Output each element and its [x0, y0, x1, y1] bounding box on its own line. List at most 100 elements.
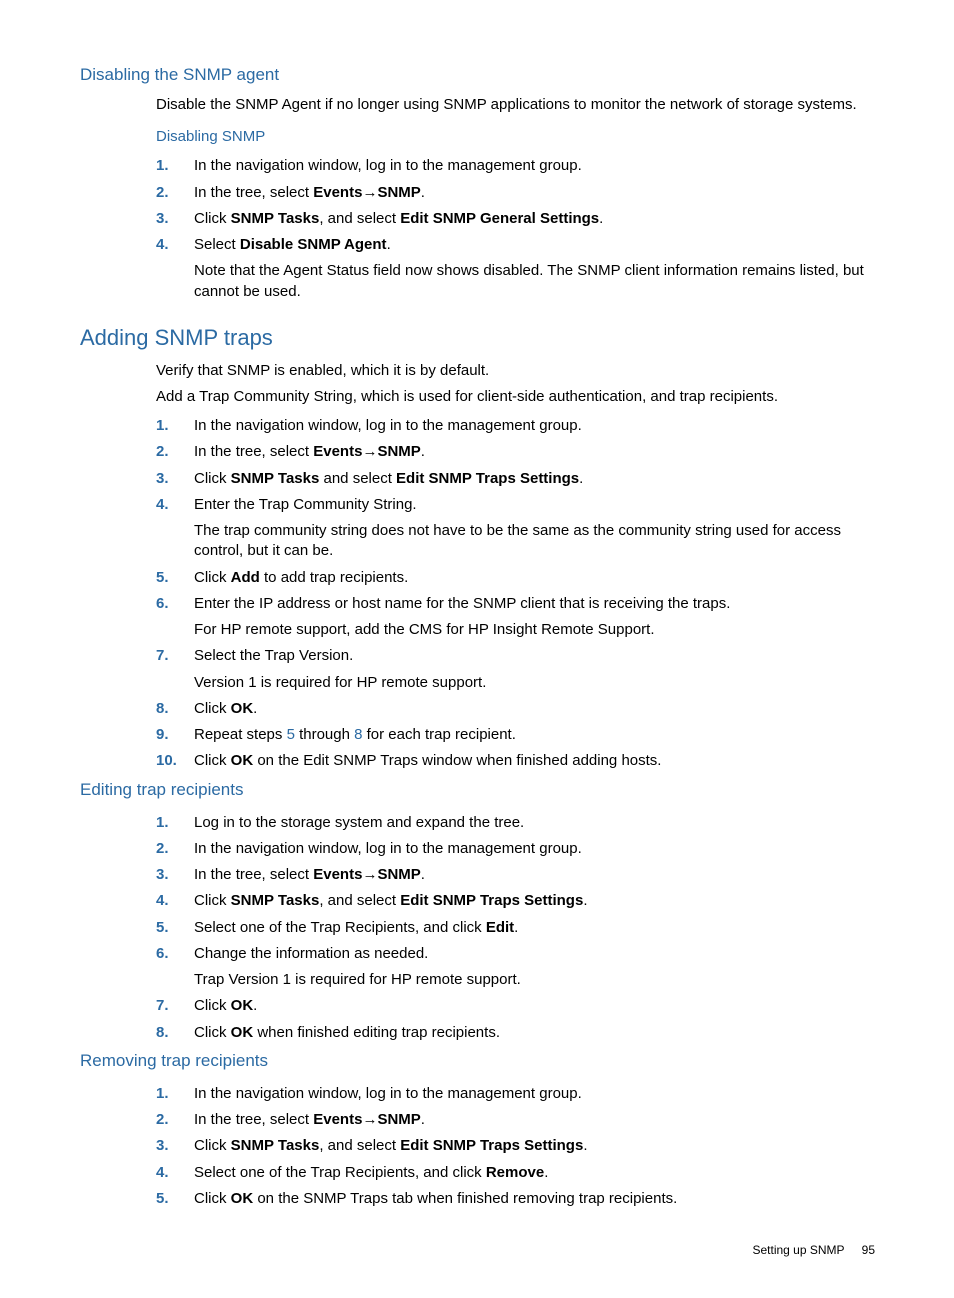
step-number: 5.: [156, 1189, 186, 1209]
step-item: 8. Click OK when finished editing trap re…: [156, 1020, 879, 1046]
page-footer: Setting up SNMP 95: [80, 1242, 879, 1258]
step-number: 1.: [156, 156, 186, 176]
step-item: 1. In the navigation window, log in to th…: [156, 153, 879, 179]
paragraph: Verify that SNMP is enabled, which it is…: [156, 361, 879, 381]
step-text: In the navigation window, log in to the …: [194, 157, 582, 174]
step-number: 4.: [156, 1163, 186, 1183]
footer-section: Setting up SNMP: [752, 1243, 844, 1257]
step-number: 1.: [156, 416, 186, 436]
step-number: 4.: [156, 235, 186, 255]
step-item: 1. In the navigation window, log in to th…: [156, 1081, 879, 1107]
step-text: Select one of the Trap Recipients, and c…: [194, 1164, 548, 1181]
step-item: 2. In the tree, select Events→SNMP.: [156, 439, 879, 465]
step-text: In the navigation window, log in to the …: [194, 417, 582, 434]
step-item: 2. In the navigation window, log in to th…: [156, 836, 879, 862]
heading-editing-trap-recipients: Editing trap recipients: [80, 779, 879, 802]
step-item: 3. Click SNMP Tasks, and select Edit SNMP…: [156, 1133, 879, 1159]
step-text: Change the information as needed.: [194, 945, 428, 962]
step-number: 1.: [156, 1084, 186, 1104]
step-text: Select the Trap Version.: [194, 647, 353, 664]
step-text: In the navigation window, log in to the …: [194, 840, 582, 857]
step-item: 2. In the tree, select Events→SNMP.: [156, 180, 879, 206]
step-number: 6.: [156, 594, 186, 614]
step-item: 2. In the tree, select Events→SNMP.: [156, 1107, 879, 1133]
step-note: Trap Version 1 is required for HP remote…: [194, 970, 879, 990]
step-note: For HP remote support, add the CMS for H…: [194, 620, 879, 640]
step-item: 3. Click SNMP Tasks and select Edit SNMP …: [156, 466, 879, 492]
step-list: 1. In the navigation window, log in to th…: [156, 1081, 879, 1212]
step-text: Click OK.: [194, 700, 257, 717]
heading-adding-snmp-traps: Adding SNMP traps: [80, 323, 879, 353]
step-item: 4. Enter the Trap Community String. The tr…: [156, 492, 879, 565]
step-list: 1. In the navigation window, log in to th…: [156, 153, 879, 305]
step-list: 1.Log in to the storage system and expan…: [156, 810, 879, 1046]
heading-disabling-snmp-agent: Disabling the SNMP agent: [80, 64, 879, 87]
step-text: Click SNMP Tasks, and select Edit SNMP T…: [194, 1137, 587, 1154]
step-number: 7.: [156, 646, 186, 666]
step-item: 6. Change the information as needed. Trap …: [156, 941, 879, 994]
step-text: Enter the IP address or host name for th…: [194, 595, 730, 612]
step-item: 5. Select one of the Trap Recipients, and…: [156, 915, 879, 941]
step-number: 10.: [156, 751, 186, 771]
step-number: 3.: [156, 865, 186, 885]
step-text: Select one of the Trap Recipients, and c…: [194, 919, 518, 936]
step-item: 3. In the tree, select Events→SNMP.: [156, 862, 879, 888]
step-item: 1. In the navigation window, log in to th…: [156, 413, 879, 439]
step-number: 7.: [156, 996, 186, 1016]
step-item: 8. Click OK.: [156, 696, 879, 722]
step-item: 6. Enter the IP address or host name for …: [156, 591, 879, 644]
step-number: 5.: [156, 568, 186, 588]
step-text: In the tree, select Events→SNMP.: [194, 866, 425, 883]
step-item: 7. Click OK.: [156, 993, 879, 1019]
step-number: 2.: [156, 1110, 186, 1130]
step-text: Click Add to add trap recipients.: [194, 569, 408, 586]
step-number: 2.: [156, 183, 186, 203]
page-number: 95: [862, 1243, 875, 1257]
step-note: Version 1 is required for HP remote supp…: [194, 673, 879, 693]
step-item: 4. Select one of the Trap Recipients, and…: [156, 1160, 879, 1186]
step-item: 7. Select the Trap Version. Version 1 is r…: [156, 643, 879, 696]
step-item: 10. Click OK on the Edit SNMP Traps windo…: [156, 748, 879, 774]
step-number: 8.: [156, 1023, 186, 1043]
step-number: 9.: [156, 725, 186, 745]
paragraph: Add a Trap Community String, which is us…: [156, 387, 879, 407]
step-number: 2.: [156, 839, 186, 859]
step-item: 9. Repeat steps 5 through 8 for each trap…: [156, 722, 879, 748]
step-item: 5. Click OK on the SNMP Traps tab when fi…: [156, 1186, 879, 1212]
step-text: In the navigation window, log in to the …: [194, 1085, 582, 1102]
step-number: 4.: [156, 891, 186, 911]
step-number: 8.: [156, 699, 186, 719]
step-number: 3.: [156, 1136, 186, 1156]
step-item: 5. Click Add to add trap recipients.: [156, 565, 879, 591]
step-number: 4.: [156, 495, 186, 515]
step-number: 2.: [156, 442, 186, 462]
step-text: Enter the Trap Community String.: [194, 496, 417, 513]
step-text: In the tree, select Events→SNMP.: [194, 1111, 425, 1128]
step-text: Click SNMP Tasks and select Edit SNMP Tr…: [194, 470, 583, 487]
step-text: In the tree, select Events→SNMP.: [194, 443, 425, 460]
step-number: 3.: [156, 209, 186, 229]
step-text: Click OK on the Edit SNMP Traps window w…: [194, 752, 661, 769]
step-item: 4. Click SNMP Tasks, and select Edit SNMP…: [156, 888, 879, 914]
heading-removing-trap-recipients: Removing trap recipients: [80, 1050, 879, 1073]
step-list: 1. In the navigation window, log in to th…: [156, 413, 879, 775]
step-text: Click OK on the SNMP Traps tab when fini…: [194, 1190, 677, 1207]
step-number: 6.: [156, 944, 186, 964]
step-number: 5.: [156, 918, 186, 938]
step-note: The trap community string does not have …: [194, 521, 879, 562]
step-text: Select Disable SNMP Agent.: [194, 236, 391, 253]
heading-disabling-snmp: Disabling SNMP: [156, 127, 879, 147]
step-item: 3. Click SNMP Tasks, and select Edit SNMP…: [156, 206, 879, 232]
step-text: Repeat steps 5 through 8 for each trap r…: [194, 726, 516, 743]
step-text: Click OK.: [194, 997, 257, 1014]
cross-ref[interactable]: 5: [287, 726, 295, 743]
step-text: In the tree, select Events→SNMP.: [194, 184, 425, 201]
step-text: Click SNMP Tasks, and select Edit SNMP G…: [194, 210, 603, 227]
step-item: 4. Select Disable SNMP Agent. Note that th…: [156, 232, 879, 305]
step-text: Click SNMP Tasks, and select Edit SNMP T…: [194, 892, 587, 909]
step-note: Note that the Agent Status field now sho…: [194, 261, 879, 302]
step-number: 3.: [156, 469, 186, 489]
step-item: 1.Log in to the storage system and expan…: [156, 810, 879, 836]
step-text: Click OK when finished editing trap reci…: [194, 1024, 500, 1041]
step-number: 1.: [156, 813, 186, 833]
